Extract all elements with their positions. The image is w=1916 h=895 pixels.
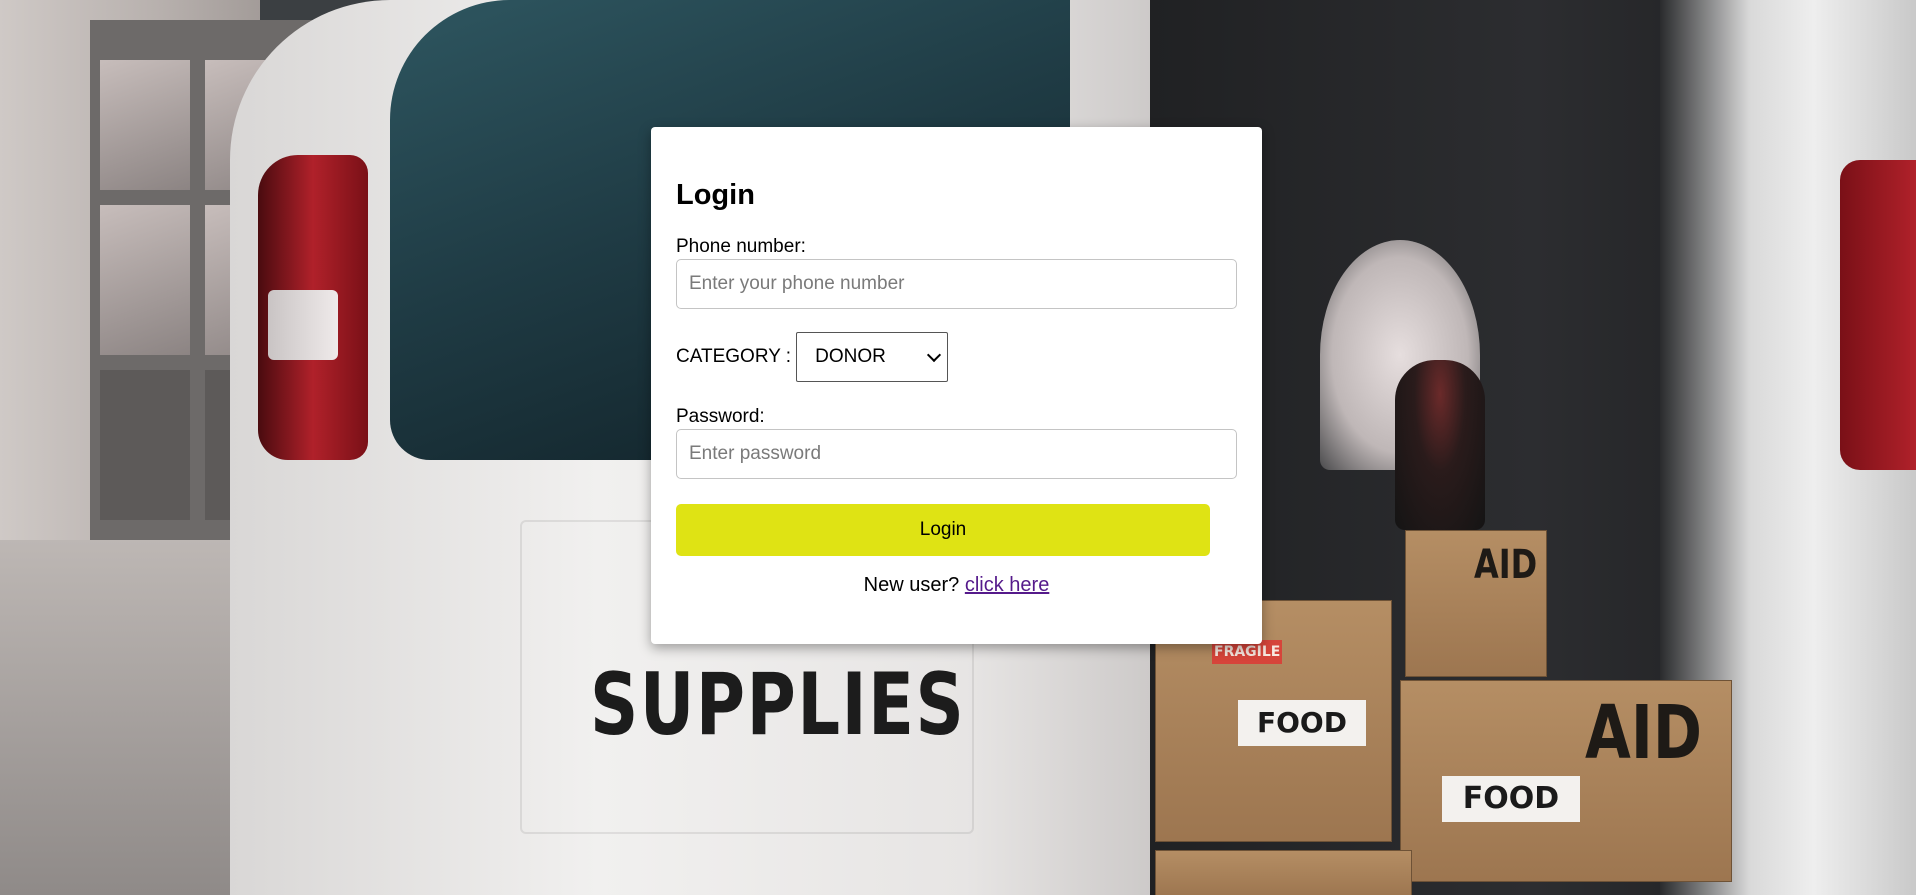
category-label: CATEGORY : (676, 346, 792, 367)
cardboard-box (1155, 850, 1412, 895)
category-row: CATEGORY : DONOR (676, 332, 949, 382)
door-lettering: SUPPLIES (590, 655, 966, 755)
phone-input[interactable] (676, 259, 1237, 309)
password-label: Password: (676, 406, 765, 427)
category-selected-value: DONOR (815, 346, 886, 367)
chevron-down-icon (927, 347, 942, 363)
phone-label: Phone number: (676, 236, 806, 257)
category-select[interactable]: DONOR (796, 332, 949, 382)
van-reverse-light (268, 290, 338, 360)
aid-marking: AID (1585, 690, 1702, 776)
signup-row: New user? click here (651, 574, 1262, 597)
food-label: FOOD (1442, 776, 1580, 822)
van-taillight-right (1840, 160, 1916, 470)
login-title: Login (676, 179, 755, 211)
person-silhouette (1395, 360, 1485, 530)
signup-link[interactable]: click here (965, 574, 1049, 596)
food-label: FOOD (1238, 700, 1366, 746)
new-user-text: New user? (863, 574, 960, 596)
aid-marking: AID (1474, 542, 1538, 588)
password-input[interactable] (676, 429, 1237, 479)
login-button[interactable]: Login (676, 504, 1210, 556)
login-card: Login Phone number: CATEGORY : DONOR Pas… (651, 127, 1262, 644)
